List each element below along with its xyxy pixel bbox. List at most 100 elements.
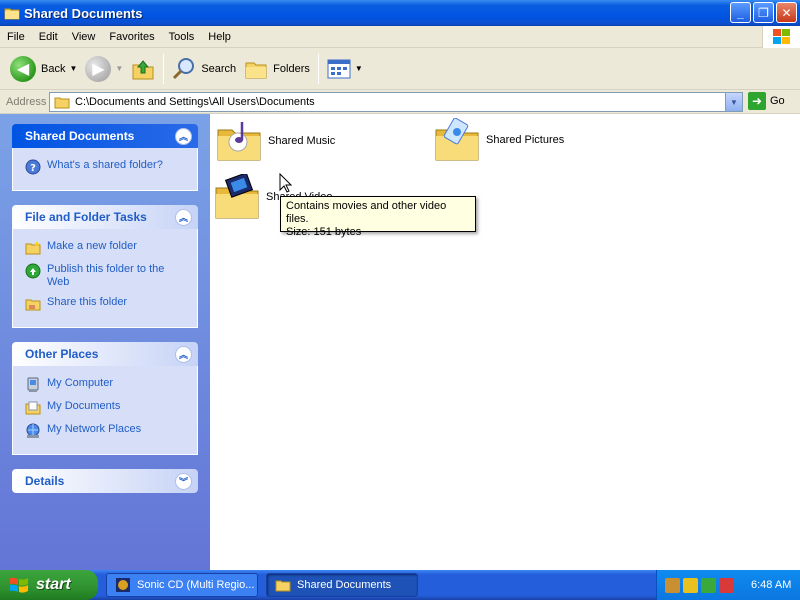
folder-icon (54, 97, 70, 109)
tray-security-alert-icon[interactable] (719, 577, 734, 593)
tray-shield-icon[interactable] (683, 577, 698, 593)
go-arrow-icon: ➜ (748, 92, 766, 110)
tray-network-icon[interactable] (701, 577, 716, 593)
link-label: My Documents (47, 400, 121, 412)
panel-header[interactable]: Other Places ︽ (12, 342, 198, 366)
menu-file[interactable]: File (0, 31, 32, 43)
folders-label: Folders (273, 62, 310, 75)
title-bar[interactable]: Shared Documents _ ❐ ✕ (0, 0, 800, 26)
folder-icon (275, 580, 291, 592)
folder-item-shared-music[interactable]: Shared Music (216, 120, 335, 162)
toolbar: ◀ Back ▼ ▶ ▼ Search Folders ▼ (0, 48, 800, 90)
folders-button[interactable]: Folders (240, 52, 314, 86)
chevron-down-icon[interactable]: ︾ (175, 472, 192, 490)
network-places-icon (26, 423, 40, 438)
app-icon (116, 578, 130, 592)
search-icon (173, 57, 195, 79)
chevron-up-icon[interactable]: ︽ (175, 127, 192, 145)
panel-other-places: Other Places ︽ My Computer My Documents … (12, 342, 198, 455)
link-my-network-places[interactable]: My Network Places (25, 423, 187, 439)
forward-dropdown-icon[interactable]: ▼ (115, 64, 123, 73)
back-dropdown-icon[interactable]: ▼ (69, 64, 77, 73)
go-button[interactable]: ➜ Go (748, 92, 785, 110)
tray-antivirus-icon[interactable] (665, 577, 680, 593)
share-folder-icon (25, 299, 41, 311)
address-input[interactable]: C:\Documents and Settings\All Users\Docu… (49, 92, 743, 112)
taskbar-item-sonic[interactable]: Sonic CD (Multi Regio... (106, 573, 258, 597)
link-label: Publish this folder to the Web (47, 263, 165, 288)
minimize-button[interactable]: _ (730, 2, 751, 23)
link-share-folder[interactable]: Share this folder (25, 296, 187, 312)
folder-name: Shared Music (268, 135, 336, 147)
link-my-documents[interactable]: My Documents (25, 400, 187, 416)
panel-header[interactable]: File and Folder Tasks ︽ (12, 205, 198, 229)
clock[interactable]: 6:48 AM (751, 579, 791, 591)
pictures-folder-icon (435, 118, 479, 161)
menu-tools[interactable]: Tools (162, 31, 202, 43)
panel-header[interactable]: Shared Documents ︽ (12, 124, 198, 148)
views-dropdown-icon: ▼ (354, 64, 363, 73)
taskbar-item-shared-documents[interactable]: Shared Documents (266, 573, 418, 597)
link-whats-shared-folder[interactable]: ? What's a shared folder? (25, 159, 187, 175)
link-label: My Network Places (47, 423, 142, 435)
go-label: Go (770, 95, 785, 107)
panel-details: Details ︾ (12, 469, 198, 493)
link-make-new-folder[interactable]: Make a new folder (25, 240, 187, 256)
panel-title: Other Places (25, 347, 99, 361)
address-bar: Address C:\Documents and Settings\All Us… (0, 90, 800, 114)
search-label: Search (201, 62, 237, 75)
forward-button[interactable]: ▶ ▼ (81, 52, 127, 86)
my-documents-icon (25, 401, 41, 415)
panel-file-folder-tasks: File and Folder Tasks ︽ Make a new folde… (12, 205, 198, 328)
menu-view[interactable]: View (65, 31, 103, 43)
chevron-up-icon[interactable]: ︽ (175, 208, 192, 226)
back-button[interactable]: ◀ Back ▼ (6, 52, 81, 86)
address-dropdown-icon[interactable]: ▼ (725, 93, 742, 111)
mouse-cursor-icon (279, 173, 292, 193)
address-path: C:\Documents and Settings\All Users\Docu… (75, 96, 315, 108)
search-button[interactable]: Search (168, 52, 240, 86)
window-title: Shared Documents (24, 5, 143, 21)
panel-header[interactable]: Details ︾ (12, 469, 198, 493)
panel-title: Details (25, 474, 65, 488)
menu-favorites[interactable]: Favorites (102, 31, 161, 43)
help-icon: ? (25, 159, 41, 175)
panel-shared-documents: Shared Documents ︽ ? What's a shared fol… (12, 124, 198, 191)
taskbar: start Sonic CD (Multi Regio... Shared Do… (0, 570, 800, 600)
toolbar-separator (163, 53, 165, 84)
svg-text:?: ? (30, 163, 36, 174)
tooltip-description: Contains movies and other video files. (286, 200, 447, 225)
start-label: start (36, 576, 71, 593)
close-button[interactable]: ✕ (776, 2, 797, 23)
back-arrow-icon: ◀ (10, 55, 36, 82)
maximize-button[interactable]: ❐ (753, 2, 774, 23)
views-button[interactable]: ▼ (323, 52, 367, 86)
panel-title: Shared Documents (25, 129, 135, 143)
link-label: Share this folder (47, 296, 128, 308)
menu-help[interactable]: Help (201, 31, 238, 43)
folder-icon (4, 6, 20, 20)
link-my-computer[interactable]: My Computer (25, 377, 187, 393)
chevron-up-icon[interactable]: ︽ (175, 345, 192, 363)
my-computer-icon (27, 377, 39, 392)
menu-edit[interactable]: Edit (32, 31, 65, 43)
music-folder-icon (217, 122, 261, 161)
tooltip-size: Size: 151 bytes (286, 226, 362, 238)
menu-bar: File Edit View Favorites Tools Help (0, 26, 800, 48)
system-tray: 6:48 AM (656, 570, 800, 600)
publish-web-icon (25, 263, 41, 279)
start-button[interactable]: start (0, 570, 98, 600)
video-folder-icon (215, 174, 259, 219)
address-label: Address (6, 95, 47, 108)
folder-item-shared-pictures[interactable]: Shared Pictures (434, 118, 564, 162)
folder-tooltip: Contains movies and other video files. S… (280, 196, 476, 238)
task-label: Shared Documents (297, 579, 392, 591)
folder-name: Shared Pictures (486, 134, 565, 146)
back-label: Back (41, 62, 66, 75)
up-folder-button[interactable] (127, 52, 159, 86)
toolbar-separator (317, 53, 319, 84)
file-view[interactable]: Shared Music Shared Pictures Shared Vide… (210, 114, 800, 570)
link-publish-folder-web[interactable]: Publish this folder to the Web (25, 263, 187, 289)
link-label: My Computer (47, 377, 114, 389)
link-label: What's a shared folder? (47, 159, 163, 171)
